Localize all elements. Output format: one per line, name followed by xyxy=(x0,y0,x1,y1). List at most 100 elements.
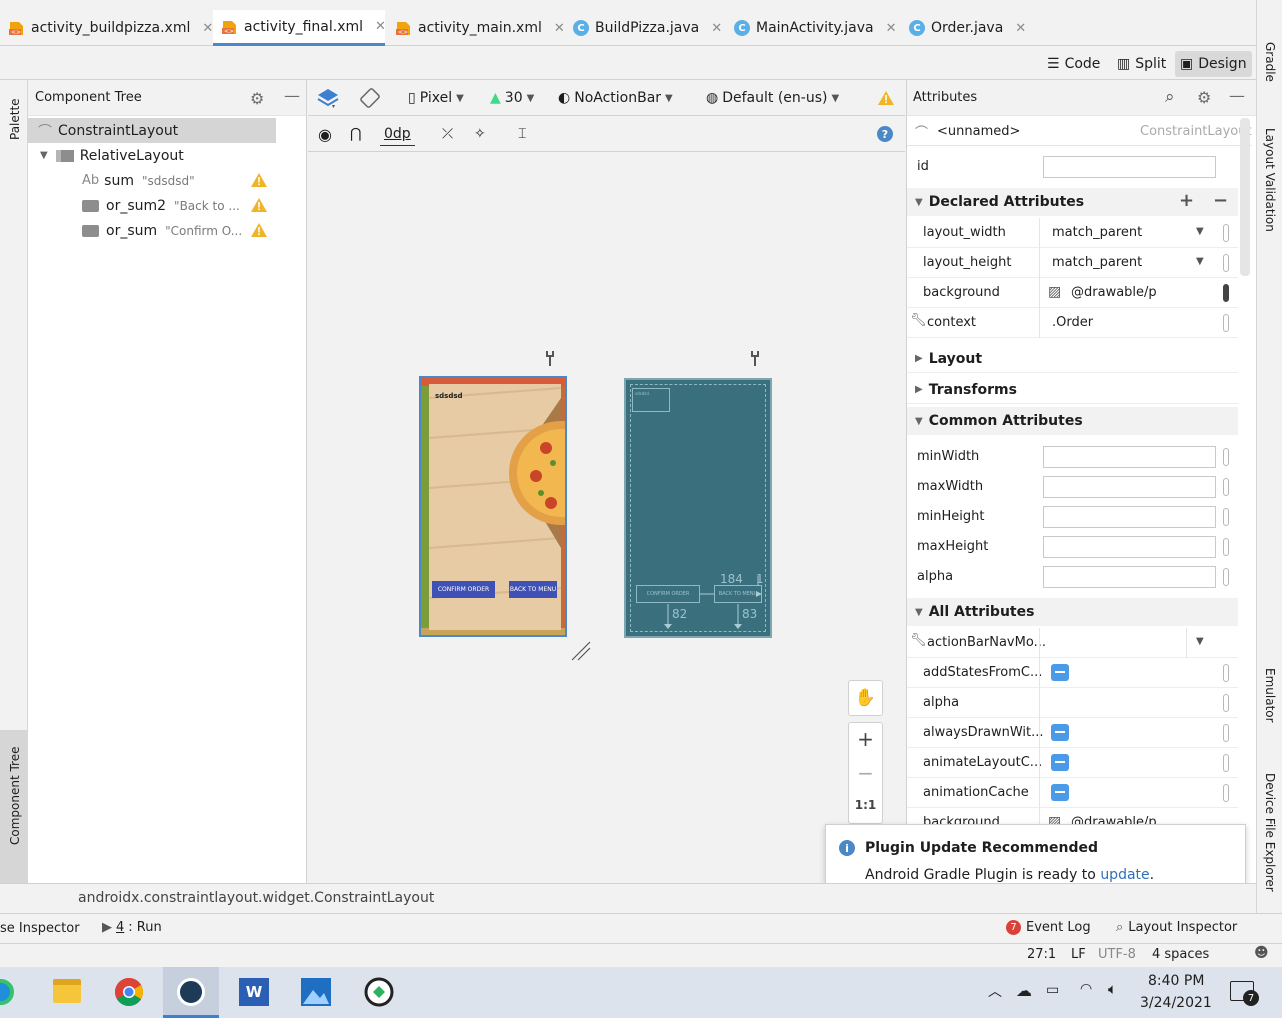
autoconnect-button[interactable]: ⋂ xyxy=(350,122,361,146)
declared-attributes-section[interactable]: ▼ Declared Attributes + − xyxy=(907,188,1238,216)
gradle-tool-tab[interactable]: Gradle xyxy=(1263,42,1277,82)
attr-value[interactable]: match_parent xyxy=(1052,225,1142,240)
tree-node-constraintlayout[interactable]: ⌒ ConstraintLayout xyxy=(28,118,276,143)
warning-icon[interactable] xyxy=(250,172,268,188)
wrench-icon[interactable] xyxy=(747,349,763,367)
notifications-icon[interactable]: 7 xyxy=(1230,981,1259,1006)
tab-activity-final[interactable]: <> activity_final.xml ✕ xyxy=(213,10,386,46)
attr-toggle[interactable] xyxy=(1223,224,1229,242)
attr-value[interactable]: @drawable/p xyxy=(1071,285,1157,300)
attr-toggle[interactable] xyxy=(1223,448,1229,466)
help-icon[interactable]: ? xyxy=(877,126,893,142)
close-icon[interactable]: ✕ xyxy=(554,21,565,36)
attr-toggle[interactable] xyxy=(1223,754,1229,772)
edge-icon[interactable] xyxy=(0,979,14,1005)
chevron-down-icon[interactable]: ▼ xyxy=(1196,636,1204,647)
attr-toggle[interactable] xyxy=(1223,538,1229,556)
default-margin-selector[interactable]: 0dp xyxy=(380,122,415,146)
tab-activity-main[interactable]: <> activity_main.xml ✕ xyxy=(387,10,573,46)
tree-node-or-sum2[interactable]: or_sum2 "Back to ... xyxy=(28,193,276,218)
attr-toggle[interactable] xyxy=(1223,314,1229,332)
wrench-icon[interactable] xyxy=(542,349,558,367)
file-encoding[interactable]: UTF-8 xyxy=(1098,947,1136,962)
resize-handle-icon[interactable] xyxy=(570,640,592,662)
file-explorer-icon[interactable] xyxy=(53,979,81,1003)
add-attribute-icon[interactable]: + xyxy=(1179,190,1194,211)
pan-button[interactable]: ✋ xyxy=(848,680,883,716)
close-icon[interactable]: ✕ xyxy=(202,21,213,36)
attr-toggle[interactable] xyxy=(1223,254,1229,272)
layout-validation-tool-tab[interactable]: Layout Validation xyxy=(1263,128,1277,232)
minwidth-input[interactable] xyxy=(1043,446,1216,468)
warning-icon[interactable] xyxy=(250,197,268,213)
attr-toggle[interactable] xyxy=(1223,664,1229,682)
design-view-button[interactable]: ▣ Design xyxy=(1175,51,1252,77)
emulator-tool-tab[interactable]: Emulator xyxy=(1263,668,1277,723)
inspector-hat-icon[interactable]: ☻ xyxy=(1254,945,1269,961)
api-level-selector[interactable]: ▲ 30 ▼ xyxy=(490,86,534,110)
layers-button[interactable]: ▾ xyxy=(316,86,340,110)
close-icon[interactable]: ✕ xyxy=(1015,21,1026,36)
warning-icon[interactable] xyxy=(250,222,268,238)
zoom-out-button[interactable]: − xyxy=(849,761,882,787)
palette-tool-tab[interactable]: Palette xyxy=(8,98,22,140)
chevron-up-icon[interactable]: ︿ xyxy=(988,981,1002,1001)
clear-constraints-button[interactable]: ⤫ xyxy=(442,122,453,146)
update-link[interactable]: update xyxy=(1100,867,1149,883)
close-icon[interactable]: ✕ xyxy=(886,21,897,36)
checkbox-indeterminate-icon[interactable] xyxy=(1051,784,1069,801)
close-icon[interactable]: ✕ xyxy=(375,19,386,34)
guidelines-button[interactable]: ⌶ xyxy=(518,122,526,146)
line-separator[interactable]: LF xyxy=(1071,947,1086,962)
theme-selector[interactable]: ◐ NoActionBar ▼ xyxy=(558,86,673,110)
transforms-section[interactable]: ▶ Transforms xyxy=(907,376,1238,404)
zoom-in-button[interactable]: + xyxy=(849,727,882,753)
photos-icon[interactable] xyxy=(301,978,331,1006)
tree-node-or-sum[interactable]: or_sum "Confirm O... xyxy=(28,218,276,243)
indent-setting[interactable]: 4 spaces xyxy=(1152,947,1209,962)
attr-toggle[interactable] xyxy=(1223,724,1229,742)
cloud-icon[interactable]: ☁ xyxy=(1016,981,1032,1000)
event-log-tool-tab[interactable]: 7 Event Log xyxy=(1006,920,1091,935)
blueprint-preview[interactable]: sdsdsd CONFIRM ORDER BACK TO MENU 184 1 … xyxy=(624,378,772,638)
gear-icon[interactable]: ⚙ xyxy=(250,89,264,108)
orientation-button[interactable] xyxy=(358,86,382,110)
tab-buildpizza-java[interactable]: C BuildPizza.java ✕ xyxy=(565,10,730,46)
infer-constraints-button[interactable]: ✧ xyxy=(474,122,486,146)
snipping-tool-icon[interactable] xyxy=(364,977,394,1007)
attr-toggle[interactable] xyxy=(1223,784,1229,802)
preview-sum-text[interactable]: sdsdsd xyxy=(435,392,463,400)
maxwidth-input[interactable] xyxy=(1043,476,1216,498)
clock-time[interactable]: 8:40 PM xyxy=(1148,973,1204,989)
run-tool-tab[interactable]: ▶ 4: Run xyxy=(102,920,162,935)
checkbox-indeterminate-icon[interactable] xyxy=(1051,724,1069,741)
battery-icon[interactable]: ▭ xyxy=(1046,982,1059,998)
attr-toggle[interactable] xyxy=(1223,508,1229,526)
minimize-icon[interactable]: — xyxy=(1229,86,1245,105)
expand-arrow-icon[interactable]: ▼ xyxy=(40,150,48,161)
attr-value[interactable]: match_parent xyxy=(1052,255,1142,270)
tab-mainactivity-java[interactable]: C MainActivity.java ✕ xyxy=(726,10,904,46)
code-view-button[interactable]: ☰ Code xyxy=(1042,51,1105,77)
tree-node-sum[interactable]: Ab sum "sdsdsd" xyxy=(28,168,276,193)
checkbox-indeterminate-icon[interactable] xyxy=(1051,664,1069,681)
attr-toggle[interactable] xyxy=(1223,568,1229,586)
maxheight-input[interactable] xyxy=(1043,536,1216,558)
attr-toggle[interactable] xyxy=(1223,284,1229,302)
preview-back-to-menu-button[interactable]: BACK TO MENU xyxy=(509,581,557,598)
wifi-icon[interactable]: ◠ xyxy=(1080,981,1092,997)
minheight-input[interactable] xyxy=(1043,506,1216,528)
alpha-input[interactable] xyxy=(1043,566,1216,588)
warning-icon[interactable] xyxy=(877,90,895,106)
device-selector[interactable]: ▯ Pixel ▼ xyxy=(408,86,464,110)
device-file-explorer-tool-tab[interactable]: Device File Explorer xyxy=(1263,773,1277,892)
close-icon[interactable]: ✕ xyxy=(711,21,722,36)
zoom-fit-button[interactable]: 1:1 xyxy=(849,798,882,818)
caret-position[interactable]: 27:1 xyxy=(1027,947,1056,962)
checkbox-indeterminate-icon[interactable] xyxy=(1051,754,1069,771)
view-options-button[interactable]: ◉ xyxy=(318,122,332,146)
id-input[interactable] xyxy=(1043,156,1216,178)
breadcrumb-path[interactable]: androidx.constraintlayout.widget.Constra… xyxy=(78,890,434,906)
all-attributes-section[interactable]: ▼ All Attributes xyxy=(907,598,1238,626)
attr-value[interactable]: .Order xyxy=(1052,315,1093,330)
